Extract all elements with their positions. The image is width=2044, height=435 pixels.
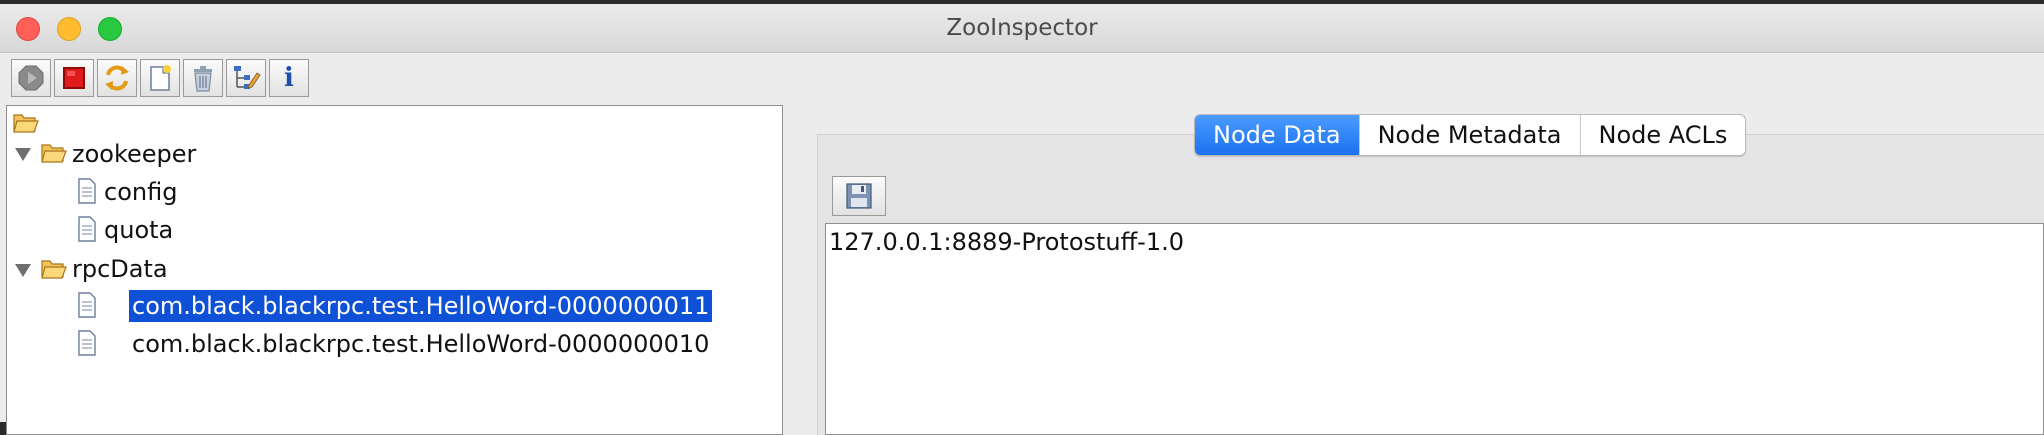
node-data-value[interactable]: 127.0.0.1:8889-Protostuff-1.0	[829, 228, 1184, 256]
save-icon	[846, 183, 872, 209]
node-tree[interactable]: zookeeper config quota rpcData com.black…	[6, 105, 783, 435]
tree-edit-icon	[234, 66, 261, 89]
about-button[interactable]: i	[269, 59, 309, 97]
refresh-icon	[105, 65, 129, 91]
tab-node-data[interactable]: Node Data	[1195, 115, 1359, 155]
tree-item-zookeeper[interactable]: zookeeper	[69, 137, 199, 171]
delete-node-button[interactable]	[183, 59, 223, 97]
tree-item-helloword-0000000010[interactable]: com.black.blackrpc.test.HelloWord-000000…	[129, 327, 712, 361]
refresh-button[interactable]	[97, 59, 137, 97]
add-node-button[interactable]	[140, 59, 180, 97]
toolbar: i	[0, 53, 2044, 103]
document-icon	[78, 292, 96, 318]
folder-open-icon	[41, 144, 67, 163]
folder-open-icon	[41, 260, 67, 279]
tree-item-quota[interactable]: quota	[101, 213, 176, 247]
split-pane-divider[interactable]	[783, 105, 817, 435]
document-icon	[78, 178, 96, 204]
tree-item-label: zookeeper	[72, 140, 197, 168]
expand-toggle-zookeeper[interactable]	[15, 148, 31, 161]
save-button[interactable]	[832, 176, 886, 216]
root-folder-icon	[13, 114, 39, 133]
tree-item-label: config	[104, 178, 178, 206]
title-bar[interactable]: ZooInspector	[0, 4, 2044, 53]
node-viewers-button[interactable]	[226, 59, 266, 97]
node-tabs: Node Data Node Metadata Node ACLs	[1194, 114, 1747, 156]
tree-item-helloword-0000000011[interactable]: com.black.blackrpc.test.HelloWord-000000…	[129, 289, 713, 323]
window-title: ZooInspector	[946, 15, 1098, 41]
tree-item-label: quota	[104, 216, 174, 244]
connect-icon	[18, 65, 44, 91]
tab-node-metadata[interactable]: Node Metadata	[1358, 115, 1580, 155]
stop-icon	[63, 67, 85, 89]
app-window: ZooInspector i zookeeper config quota rp…	[0, 4, 2044, 435]
expand-toggle-rpcdata[interactable]	[15, 264, 31, 277]
tab-node-acls[interactable]: Node ACLs	[1579, 115, 1746, 155]
tree-item-label: com.black.blackrpc.test.HelloWord-000000…	[129, 290, 713, 322]
new-node-icon	[150, 65, 171, 91]
node-data-editor[interactable]: 127.0.0.1:8889-Protostuff-1.0	[825, 223, 2044, 435]
disconnect-button[interactable]	[54, 59, 94, 97]
document-icon	[78, 216, 96, 242]
trash-icon	[194, 66, 212, 92]
info-icon: i	[284, 63, 294, 93]
tree-item-label: com.black.blackrpc.test.HelloWord-000000…	[132, 330, 710, 358]
tree-item-rpcdata[interactable]: rpcData	[69, 252, 171, 286]
tree-item-label: rpcData	[72, 255, 168, 283]
connect-button[interactable]	[11, 59, 51, 97]
tree-item-config[interactable]: config	[101, 175, 180, 209]
document-icon	[78, 330, 96, 356]
